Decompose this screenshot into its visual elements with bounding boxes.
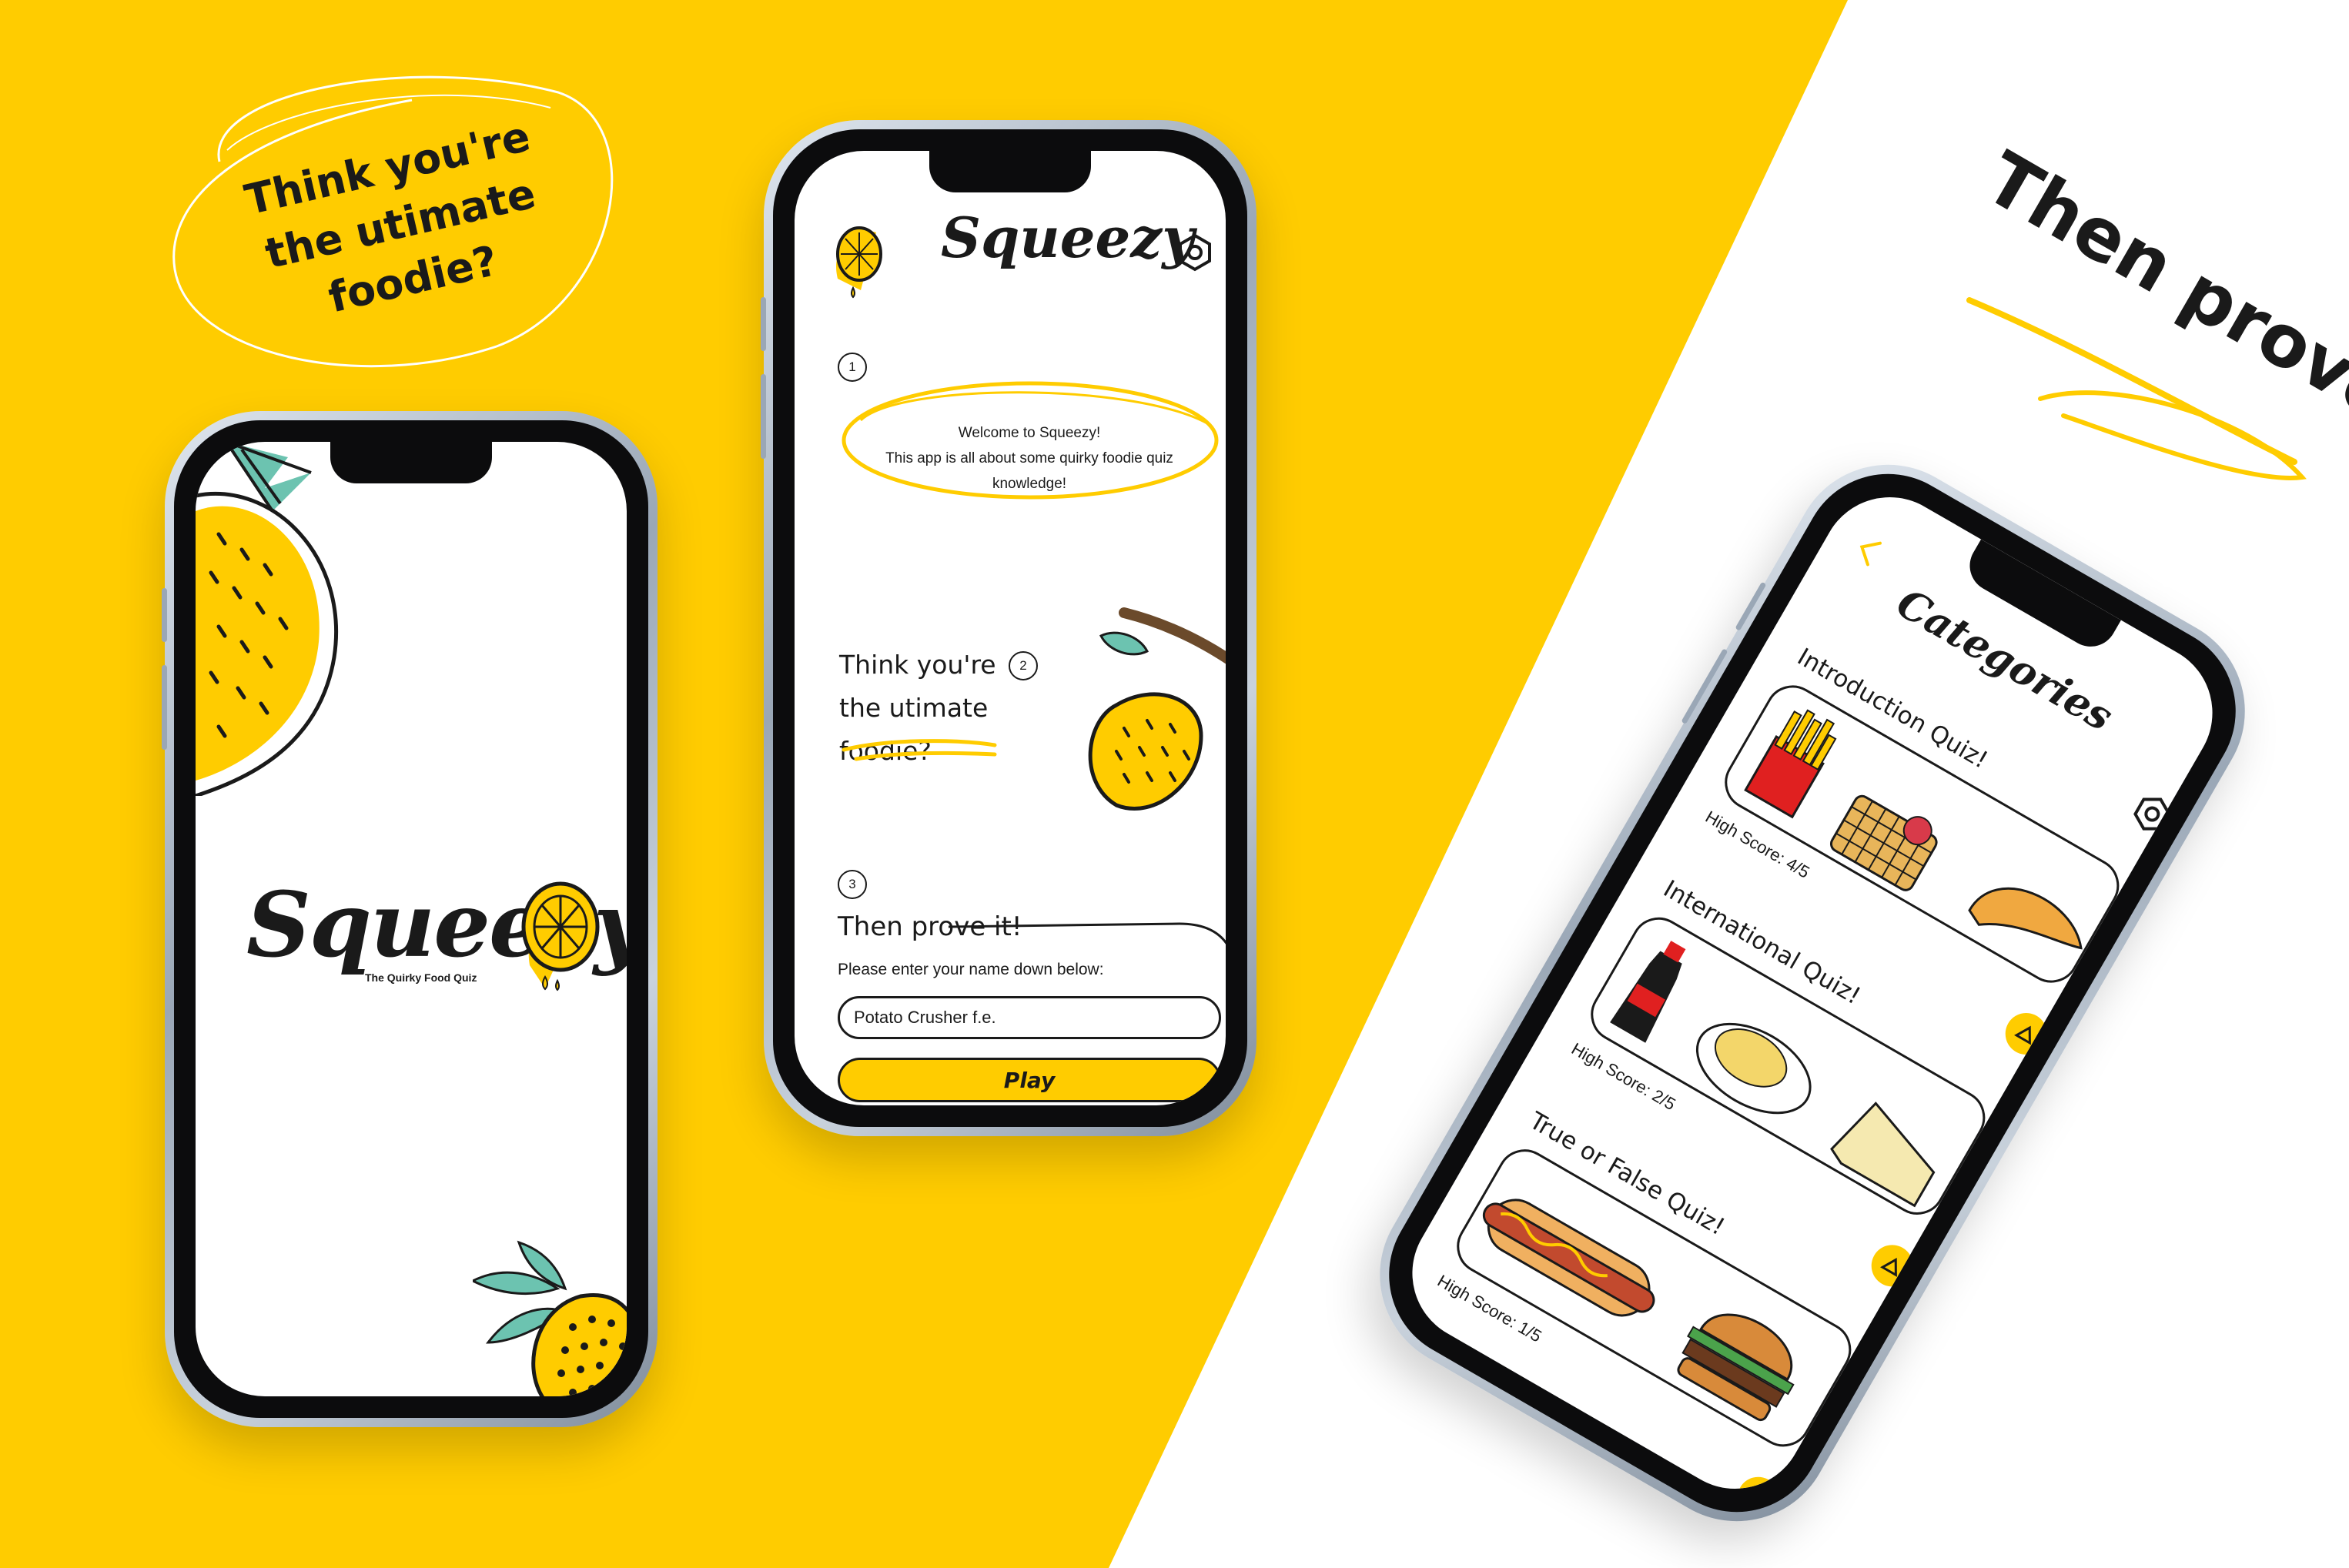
cola-icon xyxy=(1610,941,1686,1043)
waffle-icon xyxy=(1829,794,1938,891)
welcome-line-2: This app is all about some quirky foodie… xyxy=(885,450,1173,492)
category-play-button[interactable] xyxy=(1863,1237,1921,1295)
app-tagline: The Quirky Food Quiz xyxy=(365,971,477,984)
gear-icon[interactable] xyxy=(1175,232,1215,272)
step-2-number: 2 xyxy=(1009,651,1038,680)
lemon-branch-illustration xyxy=(1088,607,1226,811)
headline-right: Then prove it! xyxy=(1956,136,2349,508)
play-icon xyxy=(2014,1025,2031,1045)
phone-splash: Squeezy The Quirky Food Quiz xyxy=(162,411,658,1427)
pasta-icon xyxy=(1695,1022,1812,1115)
lemon-illustration-bottom xyxy=(473,1240,627,1396)
category-play-button[interactable] xyxy=(1997,1005,2055,1062)
splash-screen: Squeezy The Quirky Food Quiz xyxy=(196,442,627,1396)
croissant-icon xyxy=(1968,887,2083,950)
welcome-line-1: Welcome to Squeezy! xyxy=(958,425,1101,441)
lemon-illustration-top xyxy=(196,442,339,796)
play-icon xyxy=(1880,1257,1897,1277)
underline-scribble xyxy=(842,739,997,761)
lemon-slice-icon xyxy=(521,881,600,991)
notch xyxy=(929,151,1091,192)
cheese-icon xyxy=(1830,1102,1936,1208)
notch xyxy=(330,442,492,483)
welcome-screen: Squeezy 1 Welcome to Squeezy! This app i… xyxy=(795,151,1226,1105)
name-prompt: Please enter your name down below: xyxy=(838,961,1104,978)
step-3-number: 3 xyxy=(838,870,867,899)
headline-left: Think you're the utimate foodie? xyxy=(158,46,620,369)
phone-welcome: Squeezy 1 Welcome to Squeezy! This app i… xyxy=(761,120,1256,1136)
lemon-logo-icon xyxy=(836,226,882,299)
play-button[interactable]: Play xyxy=(838,1058,1221,1102)
welcome-message: Welcome to Squeezy! This app is all abou… xyxy=(856,420,1203,496)
app-title: Squeezy xyxy=(941,205,1195,270)
burger-icon xyxy=(1677,1313,1795,1422)
gear-icon[interactable] xyxy=(2125,787,2180,841)
name-input[interactable] xyxy=(838,996,1221,1039)
fries-icon xyxy=(1744,709,1837,819)
